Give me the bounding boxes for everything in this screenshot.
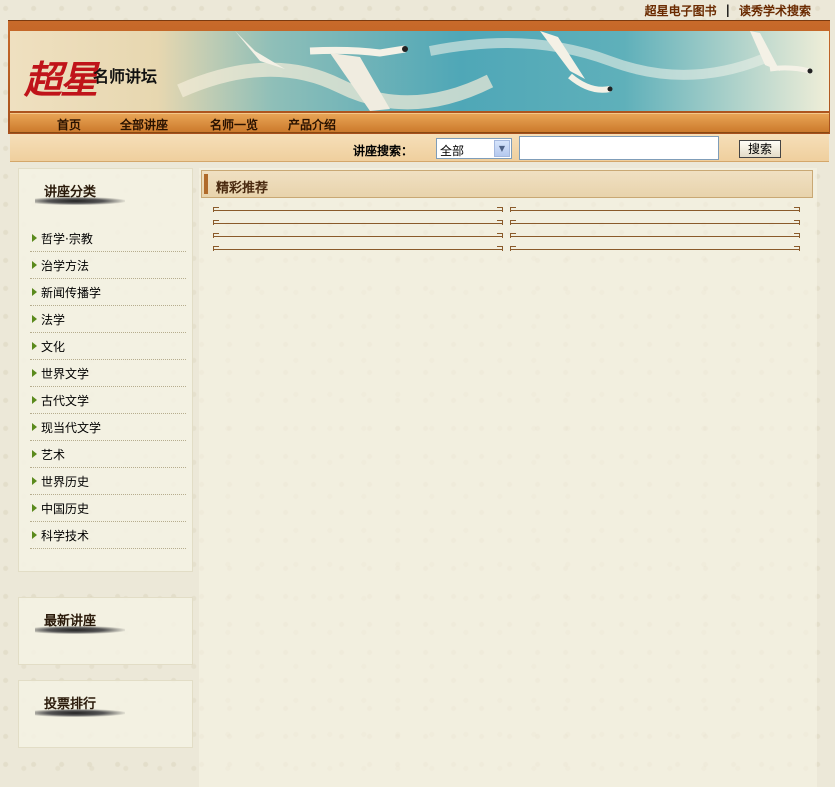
category-label[interactable]: 新闻传播学 bbox=[41, 284, 101, 301]
search-button[interactable]: 搜索 bbox=[739, 140, 781, 158]
category-label[interactable]: 古代文学 bbox=[41, 392, 89, 409]
category-label[interactable]: 现当代文学 bbox=[41, 419, 101, 436]
triangle-bullet-icon bbox=[32, 288, 37, 296]
category-item[interactable]: 科学技术 bbox=[30, 522, 186, 549]
triangle-bullet-icon bbox=[32, 423, 37, 431]
divider-rule bbox=[510, 246, 800, 251]
triangle-bullet-icon bbox=[32, 369, 37, 377]
featured-header: 精彩推荐 bbox=[201, 170, 813, 198]
divider-rule bbox=[510, 220, 800, 225]
category-item[interactable]: 哲学·宗教 bbox=[30, 225, 186, 252]
category-panel: 讲座分类 哲学·宗教 治学方法 新闻传播学 法学 文化 世界文学 古代文学 现当代文学 艺术 世界… bbox=[18, 168, 193, 572]
logo-text: 名师讲坛 bbox=[93, 67, 158, 86]
search-label: 讲座搜索： bbox=[353, 144, 414, 158]
category-label[interactable]: 世界历史 bbox=[41, 473, 89, 490]
category-label[interactable]: 世界文学 bbox=[41, 365, 89, 382]
category-label[interactable]: 艺术 bbox=[41, 446, 65, 463]
category-item[interactable]: 新闻传播学 bbox=[30, 279, 186, 306]
category-item[interactable]: 艺术 bbox=[30, 441, 186, 468]
category-label[interactable]: 哲学·宗教 bbox=[41, 230, 93, 247]
category-list: 哲学·宗教治学方法新闻传播学法学文化世界文学古代文学现当代文学艺术世界历史中国历… bbox=[30, 225, 186, 549]
category-item[interactable]: 中国历史 bbox=[30, 495, 186, 522]
triangle-bullet-icon bbox=[32, 261, 37, 269]
chevron-down-icon[interactable]: ▼ bbox=[494, 140, 510, 157]
category-item[interactable]: 现当代文学 bbox=[30, 414, 186, 441]
category-label[interactable]: 法学 bbox=[41, 311, 65, 328]
search-scope-value: 全部 bbox=[440, 144, 465, 158]
category-item[interactable]: 世界文学 bbox=[30, 360, 186, 387]
brush-stroke-decoration bbox=[35, 197, 125, 205]
main-content: 精彩推荐 bbox=[199, 168, 817, 787]
main-nav: 首页 全部讲座 名师一览 产品介绍 bbox=[10, 113, 829, 133]
nav-products[interactable]: 产品介绍 bbox=[288, 116, 336, 133]
brush-stroke-decoration bbox=[35, 626, 125, 634]
ebook-link[interactable]: 超星电子图书 bbox=[645, 2, 717, 19]
nav-teachers[interactable]: 名师一览 bbox=[210, 116, 258, 133]
category-item[interactable]: 文化 bbox=[30, 333, 186, 360]
category-item[interactable]: 治学方法 bbox=[30, 252, 186, 279]
category-label[interactable]: 治学方法 bbox=[41, 257, 89, 274]
triangle-bullet-icon bbox=[32, 531, 37, 539]
banner: 超星 名师讲坛 bbox=[10, 31, 829, 111]
search-scope-select[interactable]: 全部 ▼ bbox=[436, 138, 512, 159]
academic-search-link[interactable]: 读秀学术搜索 bbox=[739, 2, 811, 19]
triangle-bullet-icon bbox=[32, 342, 37, 350]
triangle-bullet-icon bbox=[32, 234, 37, 242]
search-bar: 讲座搜索： 全部 ▼ 搜索 bbox=[10, 134, 829, 162]
divider-rule bbox=[213, 207, 503, 212]
category-item[interactable]: 法学 bbox=[30, 306, 186, 333]
top-links: 超星电子图书 | 读秀学术搜索 bbox=[645, 2, 811, 18]
divider-rule bbox=[510, 207, 800, 212]
category-label[interactable]: 文化 bbox=[41, 338, 65, 355]
logo-mark: 超星 bbox=[24, 57, 98, 102]
triangle-bullet-icon bbox=[32, 450, 37, 458]
triangle-bullet-icon bbox=[32, 315, 37, 323]
featured-title: 精彩推荐 bbox=[216, 181, 269, 196]
divider-rule bbox=[213, 233, 503, 238]
triangle-bullet-icon bbox=[32, 396, 37, 404]
divider-rule bbox=[213, 246, 503, 251]
category-item[interactable]: 世界历史 bbox=[30, 468, 186, 495]
header-marker bbox=[204, 174, 208, 194]
triangle-bullet-icon bbox=[32, 504, 37, 512]
brush-stroke-decoration bbox=[35, 709, 125, 717]
search-input[interactable] bbox=[519, 136, 719, 160]
divider-rule bbox=[213, 220, 503, 225]
triangle-bullet-icon bbox=[32, 477, 37, 485]
top-links-separator: | bbox=[725, 3, 730, 17]
divider-rule bbox=[510, 233, 800, 238]
latest-panel: 最新讲座 bbox=[18, 597, 193, 665]
category-label[interactable]: 科学技术 bbox=[41, 527, 89, 544]
nav-all-lectures[interactable]: 全部讲座 bbox=[120, 116, 168, 133]
nav-home[interactable]: 首页 bbox=[57, 116, 81, 133]
category-label[interactable]: 中国历史 bbox=[41, 500, 89, 517]
vote-panel: 投票排行 bbox=[18, 680, 193, 748]
category-item[interactable]: 古代文学 bbox=[30, 387, 186, 414]
